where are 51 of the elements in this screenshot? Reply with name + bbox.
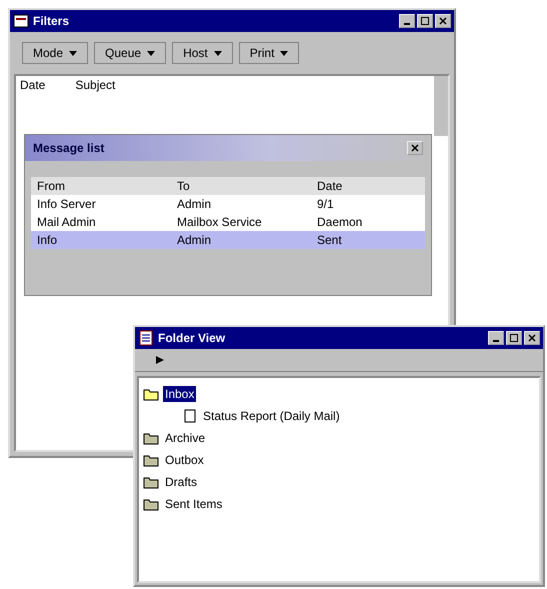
column-header[interactable]: Subject <box>75 78 116 92</box>
tree-item[interactable]: Outbox <box>163 452 206 468</box>
table-cell-text: Daemon <box>317 215 364 229</box>
table-cell-text: Mail Admin <box>37 215 97 229</box>
maximize-icon <box>421 17 429 25</box>
app-icon <box>138 330 154 346</box>
close-button[interactable] <box>524 331 540 345</box>
tree-item[interactable]: Inbox <box>163 386 196 402</box>
panel-title: Message list <box>33 141 104 155</box>
list-row[interactable]: Info Server Admin 9/1 <box>31 195 425 213</box>
tree-item[interactable]: Sent Items <box>163 496 224 512</box>
close-icon <box>528 334 536 342</box>
table-cell-text: Admin <box>177 233 212 247</box>
caret-icon <box>280 49 288 57</box>
toolbar-dropdown[interactable]: Print <box>238 42 300 64</box>
minimize-button[interactable] <box>488 331 504 345</box>
close-icon <box>411 144 419 152</box>
scroll-bar[interactable] <box>434 76 448 136</box>
toolbar-dropdown[interactable]: Queue <box>94 42 166 64</box>
list-row[interactable]: Info Admin Sent <box>31 231 425 249</box>
column-header[interactable]: Date <box>20 78 46 92</box>
minimize-button[interactable] <box>399 14 415 28</box>
table-cell-text: Sent <box>317 233 343 247</box>
table-cell-text: Admin <box>177 197 212 211</box>
maximize-button[interactable] <box>506 331 522 345</box>
tree-item[interactable]: Drafts <box>163 474 200 490</box>
toolbar-dropdown[interactable]: Host <box>172 42 233 64</box>
caret-icon <box>214 49 222 57</box>
window-title: Filters <box>33 14 70 28</box>
table-cell-text: Info Server <box>37 197 97 211</box>
table-cell-text: 9/1 <box>317 197 335 211</box>
caret-icon <box>147 49 156 57</box>
maximize-icon <box>510 334 518 342</box>
column-header[interactable]: To <box>177 179 317 193</box>
toolbar-dropdown[interactable]: Mode <box>22 42 88 64</box>
column-header[interactable]: From <box>37 179 177 193</box>
document-icon <box>183 409 197 423</box>
table-cell-text: Info <box>37 233 58 247</box>
window-title: Folder View <box>158 331 226 345</box>
close-icon <box>439 17 447 25</box>
maximize-button[interactable] <box>417 14 433 28</box>
app-icon <box>13 13 29 29</box>
close-button[interactable] <box>435 14 451 28</box>
caret-icon <box>69 49 78 57</box>
list-row[interactable]: Mail Admin Mailbox Service Daemon <box>31 213 425 231</box>
table-cell-text: Mailbox Service <box>177 215 263 229</box>
close-button[interactable] <box>407 141 423 155</box>
play-arrow-icon[interactable] <box>155 355 165 365</box>
tree-item[interactable]: Archive <box>163 430 208 446</box>
tree-item[interactable]: Status Report (Daily Mail) <box>201 408 342 424</box>
column-header[interactable]: Date <box>317 179 419 193</box>
